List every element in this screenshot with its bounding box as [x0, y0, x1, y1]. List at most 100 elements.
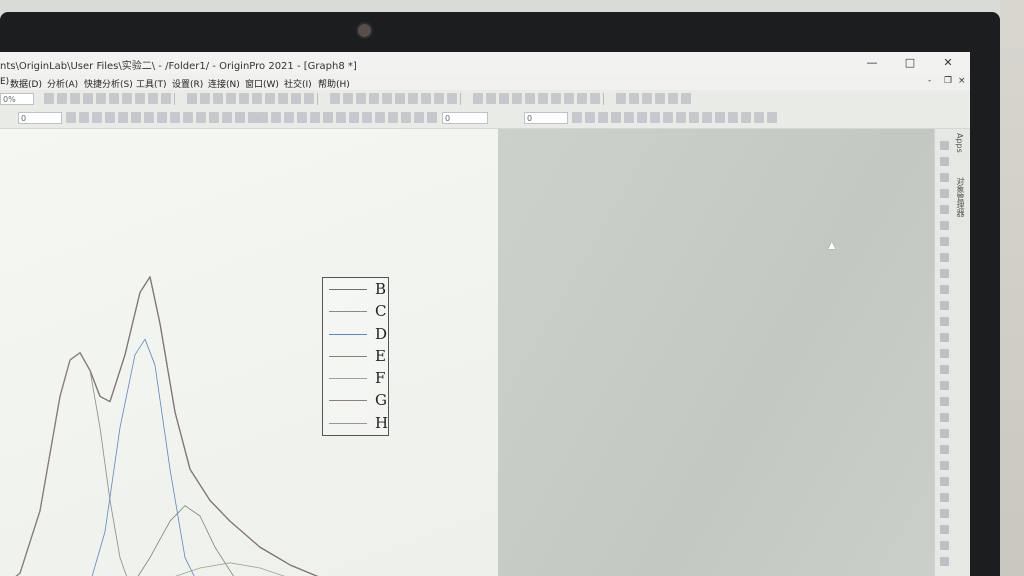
format-button-icon[interactable]	[689, 112, 699, 123]
format-button-icon[interactable]	[715, 112, 725, 123]
format-button-icon[interactable]	[105, 112, 115, 123]
mdi-minimize-button[interactable]: -	[928, 76, 931, 86]
toolbar-button-icon[interactable]	[421, 93, 431, 104]
menu-quick-analysis[interactable]: 快捷分析(S)	[84, 77, 133, 90]
format-button-icon[interactable]	[375, 112, 385, 123]
side-tool-icon[interactable]	[940, 525, 949, 534]
side-tool-icon[interactable]	[940, 157, 949, 166]
format-button-icon[interactable]	[611, 112, 621, 123]
minimize-button[interactable]: —	[864, 56, 880, 69]
toolbar-button-icon[interactable]	[239, 93, 249, 104]
format-button-icon[interactable]	[663, 112, 673, 123]
format-button-icon[interactable]	[222, 112, 232, 123]
legend-entry[interactable]: E	[323, 345, 388, 367]
toolbar-button-icon[interactable]	[304, 93, 314, 104]
side-tool-icon[interactable]	[940, 429, 949, 438]
toolbar-button-icon[interactable]	[681, 93, 691, 104]
toolbar-button-icon[interactable]	[135, 93, 145, 104]
side-tool-icon[interactable]	[940, 349, 949, 358]
format-button-icon[interactable]	[297, 112, 307, 123]
apps-tab[interactable]: Apps	[955, 133, 964, 153]
format-button-icon[interactable]	[754, 112, 764, 123]
side-tool-icon[interactable]	[940, 461, 949, 470]
format-button-icon[interactable]	[157, 112, 167, 123]
toolbar-button-icon[interactable]	[70, 93, 80, 104]
side-tool-icon[interactable]	[940, 397, 949, 406]
toolbar-button-icon[interactable]	[408, 93, 418, 104]
format-button-icon[interactable]	[585, 112, 595, 123]
side-tool-icon[interactable]	[940, 141, 949, 150]
format-button-icon[interactable]	[414, 112, 424, 123]
toolbar-button-icon[interactable]	[148, 93, 158, 104]
toolbar-button-icon[interactable]	[512, 93, 522, 104]
toolbar-button-icon[interactable]	[44, 93, 54, 104]
format-button-icon[interactable]	[427, 112, 437, 123]
format-button-icon[interactable]	[196, 112, 206, 123]
legend-entry[interactable]: F	[323, 367, 388, 389]
menu-help[interactable]: 帮助(H)	[318, 77, 350, 90]
format-button-icon[interactable]	[362, 112, 372, 123]
format-button-icon[interactable]	[323, 112, 333, 123]
toolbar-button-icon[interactable]	[356, 93, 366, 104]
menu-data[interactable]: 数据(D)	[10, 77, 42, 90]
menu-analysis[interactable]: 分析(A)	[47, 77, 78, 90]
toolbar-button-icon[interactable]	[278, 93, 288, 104]
menu-window[interactable]: 窗口(W)	[245, 77, 279, 90]
toolbar-button-icon[interactable]	[330, 93, 340, 104]
toolbar-button-icon[interactable]	[83, 93, 93, 104]
toolbar-button-icon[interactable]	[226, 93, 236, 104]
workspace-area[interactable]	[498, 129, 934, 576]
zoom-combo[interactable]: 0%	[0, 93, 34, 105]
format-button-icon[interactable]	[741, 112, 751, 123]
legend-entry[interactable]: D	[323, 323, 388, 345]
format-button-icon[interactable]	[183, 112, 193, 123]
font-size-combo[interactable]: 0	[18, 112, 62, 124]
format-button-icon[interactable]	[284, 112, 294, 123]
format-button-icon[interactable]	[118, 112, 128, 123]
format-button-icon[interactable]	[676, 112, 686, 123]
toolbar-button-icon[interactable]	[447, 93, 457, 104]
format-button-icon[interactable]	[79, 112, 89, 123]
toolbar-button-icon[interactable]	[265, 93, 275, 104]
toolbar-button-icon[interactable]	[200, 93, 210, 104]
legend-box[interactable]: BCDEFGH	[322, 277, 389, 436]
toolbar-button-icon[interactable]	[343, 93, 353, 104]
format-button-icon[interactable]	[401, 112, 411, 123]
mdi-restore-button[interactable]: ❐	[944, 76, 952, 86]
side-tool-icon[interactable]	[940, 269, 949, 278]
toolbar-button-icon[interactable]	[213, 93, 223, 104]
toolbar-button-icon[interactable]	[551, 93, 561, 104]
side-tool-icon[interactable]	[940, 413, 949, 422]
toolbar-button-icon[interactable]	[577, 93, 587, 104]
toolbar-button-icon[interactable]	[538, 93, 548, 104]
toolbar-button-icon[interactable]	[369, 93, 379, 104]
toolbar-button-icon[interactable]	[642, 93, 652, 104]
side-tool-icon[interactable]	[940, 301, 949, 310]
format-button-icon[interactable]	[637, 112, 647, 123]
toolbar-button-icon[interactable]	[252, 93, 262, 104]
menu-connectivity[interactable]: 连接(N)	[208, 77, 240, 90]
series-line-C[interactable]	[0, 352, 130, 576]
menu-edit[interactable]: E)	[0, 77, 9, 87]
side-tool-icon[interactable]	[940, 237, 949, 246]
format-button-icon[interactable]	[728, 112, 738, 123]
toolbar-button-icon[interactable]	[382, 93, 392, 104]
format-button-icon[interactable]	[271, 112, 281, 123]
legend-entry[interactable]: G	[323, 389, 388, 411]
format-button-icon[interactable]	[209, 112, 219, 123]
toolbar-button-icon[interactable]	[434, 93, 444, 104]
series-line-F[interactable]	[120, 562, 360, 576]
format-button-icon[interactable]	[258, 112, 268, 123]
side-tool-icon[interactable]	[940, 477, 949, 486]
format-button-icon[interactable]	[92, 112, 102, 123]
side-tool-icon[interactable]	[940, 509, 949, 518]
side-tool-icon[interactable]	[940, 173, 949, 182]
maximize-button[interactable]: □	[902, 56, 918, 69]
side-tool-icon[interactable]	[940, 189, 949, 198]
toolbar-button-icon[interactable]	[668, 93, 678, 104]
format-button-icon[interactable]	[66, 112, 76, 123]
toolbar-button-icon[interactable]	[187, 93, 197, 104]
toolbar-button-icon[interactable]	[590, 93, 600, 104]
menu-social[interactable]: 社交(I)	[284, 77, 312, 90]
side-tool-icon[interactable]	[940, 205, 949, 214]
